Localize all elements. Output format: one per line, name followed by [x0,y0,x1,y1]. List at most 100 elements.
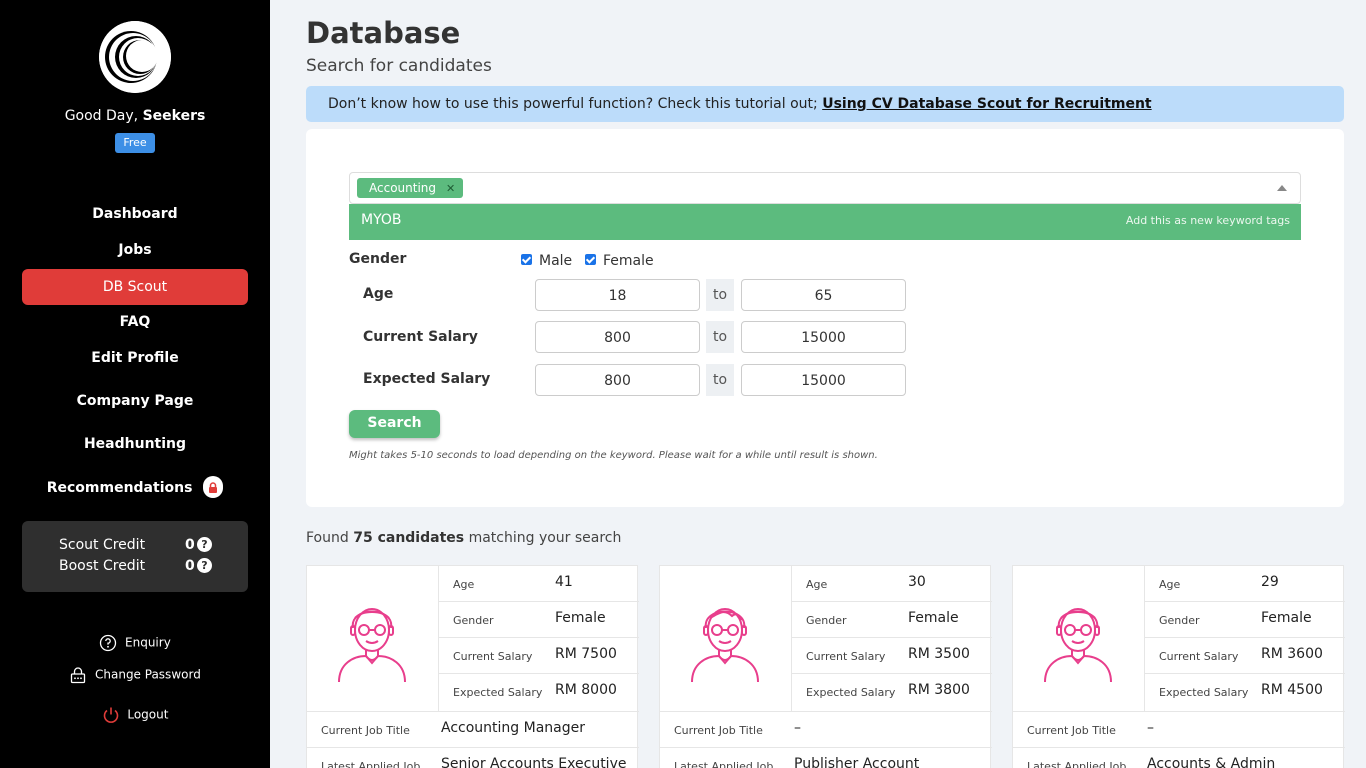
enquiry-label: Enquiry [125,635,171,650]
nav-dashboard[interactable]: Dashboard [22,196,248,232]
current-job-key: Current Job Title [674,724,763,737]
caret-up-icon[interactable] [1277,185,1287,191]
suggestion-keyword: MYOB [361,212,402,228]
greeting: Good Day, Seekers [0,108,270,124]
age-min-input[interactable]: 18 [535,279,700,311]
current-salary-row: Current Salary RM 3600 [1145,638,1345,674]
avatar [1013,566,1145,711]
current-salary-value: RM 3600 [1261,646,1323,662]
candidate-avatar-icon [338,608,406,683]
power-icon [103,707,118,723]
tutorial-text: Don’t know how to use this powerful func… [328,96,818,112]
search-note: Might takes 5-10 seconds to load dependi… [349,450,878,461]
current-salary-max-input[interactable]: 15000 [741,321,906,353]
help-icon[interactable]: ? [197,558,212,573]
current-salary-to-label: to [706,321,734,353]
nav-recommendations[interactable]: Recommendations [22,470,248,506]
current-salary-value: RM 3500 [908,646,970,662]
avatar [660,566,792,711]
results-prefix: Found [306,530,349,546]
gender-label: Gender [349,251,407,267]
current-salary-key: Current Salary [453,650,533,663]
female-label: Female [603,253,654,269]
current-job-key: Current Job Title [321,724,410,737]
nav-edit-profile[interactable]: Edit Profile [22,340,248,376]
sidebar: Good Day, Seekers Free Dashboard Jobs DB… [0,0,270,768]
latest-job-key: Latest Applied Job [321,760,421,768]
logout-link[interactable]: Logout [0,706,270,724]
gender-value: Female [1261,610,1312,626]
gender-key: Gender [806,614,847,627]
expected-salary-row: Expected Salary RM 3800 [792,674,992,710]
lock-icon [203,476,224,498]
expected-salary-key: Expected Salary [806,686,896,699]
current-salary-value: RM 7500 [555,646,617,662]
current-job-value: Accounting Manager [441,720,585,736]
enquiry-link[interactable]: Enquiry [0,634,270,652]
remove-tag-icon[interactable]: ✕ [446,182,455,195]
latest-job-value: Accounts & Admin [1147,756,1276,768]
age-value: 41 [555,574,573,590]
nav-headhunting[interactable]: Headhunting [22,426,248,462]
current-job-row: Current Job Title Accounting Manager [307,711,639,747]
nav-recommendations-label: Recommendations [46,480,193,496]
change-password-link[interactable]: Change Password [0,666,270,684]
current-job-value: – [1147,720,1154,736]
candidate-card[interactable]: Age 41 Gender Female Current Salary RM 7500… [306,565,639,768]
male-checkbox[interactable]: Male [521,253,572,269]
nav-db-scout[interactable]: DB Scout [22,269,248,305]
expected-salary-row: Expected Salary RM 4500 [1145,674,1345,710]
age-key: Age [453,578,475,591]
latest-job-row: Latest Applied Job Publisher Account [660,747,992,768]
expected-salary-value: RM 8000 [555,682,617,698]
current-salary-key: Current Salary [1159,650,1239,663]
results-suffix: matching your search [468,530,622,546]
candidate-avatar-icon [691,608,759,683]
expected-salary-max-input[interactable]: 15000 [741,364,906,396]
current-salary-key: Current Salary [806,650,886,663]
expected-salary-min-input[interactable]: 800 [535,364,700,396]
gender-value: Female [908,610,959,626]
current-job-key: Current Job Title [1027,724,1116,737]
age-row: Age 41 [439,566,639,602]
candidate-card[interactable]: Age 29 Gender Female Current Salary RM 3600… [1012,565,1345,768]
expected-salary-key: Expected Salary [1159,686,1249,699]
keyword-tag-label: Accounting [369,181,437,195]
latest-job-value: Senior Accounts Executive [441,756,627,768]
male-label: Male [539,253,573,269]
user-name: Seekers [142,108,206,124]
question-icon [100,634,117,652]
tutorial-link[interactable]: Using CV Database Scout for Recruitment [822,96,1151,112]
nav-faq[interactable]: FAQ [22,304,248,340]
latest-job-row: Latest Applied Job Senior Accounts Execut… [307,747,639,768]
gender-key: Gender [1159,614,1200,627]
keyword-suggestion[interactable]: MYOB Add this as new keyword tags [349,204,1301,240]
female-checkbox[interactable]: Female [585,253,654,269]
nav-company-page[interactable]: Company Page [22,383,248,419]
candidate-card[interactable]: Age 30 Gender Female Current Salary RM 3500… [659,565,992,768]
expected-salary-value: RM 4500 [1261,682,1323,698]
search-panel: Accounting ✕ MYOB Add this as new keyword… [306,129,1344,507]
age-key: Age [1159,578,1181,591]
age-label: Age [363,286,394,302]
boost-credit-value: 0 [185,558,195,574]
keyword-tag-input[interactable]: Accounting ✕ [349,172,1301,204]
expected-salary-key: Expected Salary [453,686,543,699]
change-password-label: Change Password [95,667,201,682]
age-max-input[interactable]: 65 [741,279,906,311]
nav-jobs[interactable]: Jobs [22,232,248,268]
help-icon[interactable]: ? [197,537,212,552]
scout-credit-value: 0 [185,537,195,553]
keyword-tag: Accounting ✕ [357,178,464,198]
candidate-avatar-icon [1044,608,1112,683]
latest-job-key: Latest Applied Job [674,760,774,768]
search-button[interactable]: Search [349,410,440,438]
current-salary-min-input[interactable]: 800 [535,321,700,353]
latest-job-row: Latest Applied Job Accounts & Admin [1013,747,1345,768]
boost-credit-label: Boost Credit [59,558,146,574]
expected-salary-label: Expected Salary [363,371,491,387]
suggestion-hint: Add this as new keyword tags [1125,214,1290,227]
page-title: Database [306,16,461,50]
latest-job-value: Publisher Account [794,756,920,768]
expected-salary-row: Expected Salary RM 8000 [439,674,639,710]
